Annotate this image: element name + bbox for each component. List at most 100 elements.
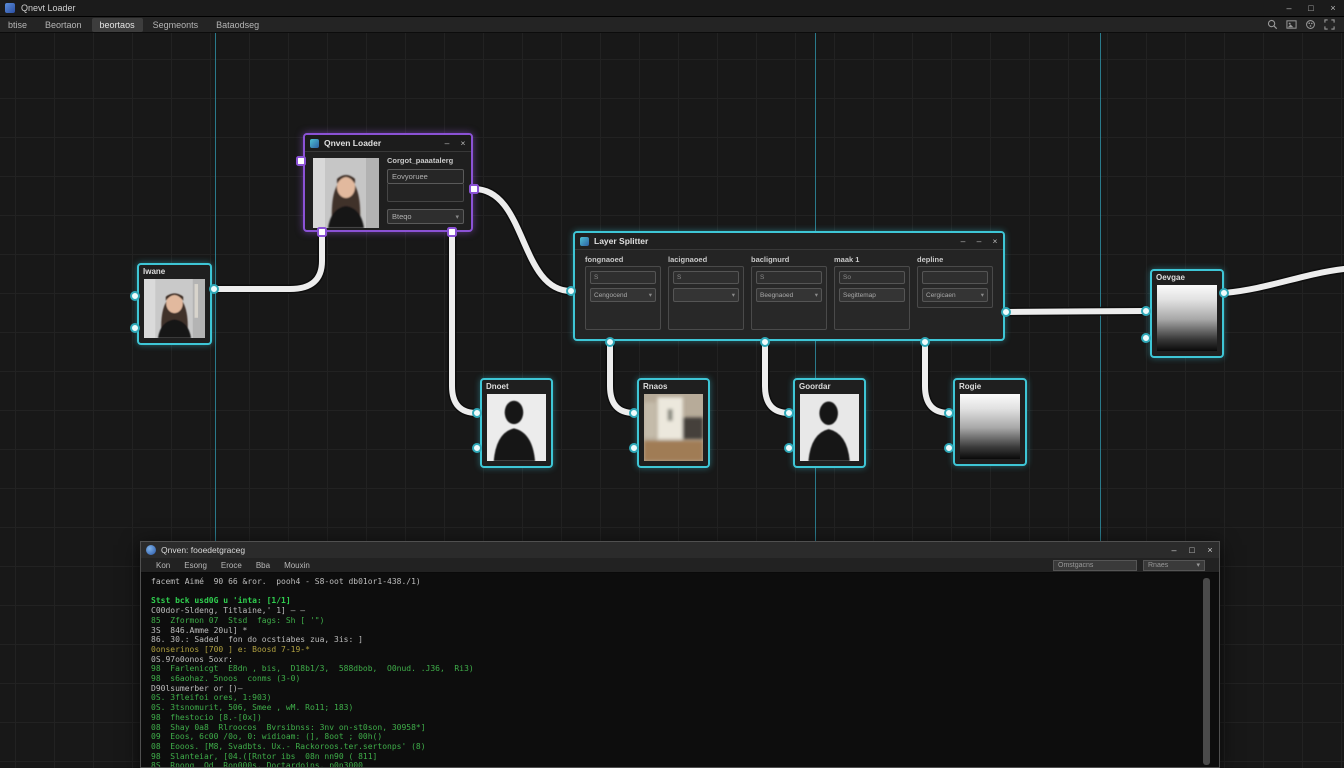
console-line: 98 s6aohaz. 5noos conms (3-0) [151,674,1199,684]
console-icon [146,545,156,555]
node-dnoet[interactable]: Dnoet [480,378,553,468]
node-titlebar[interactable]: Qnven Loader – × [305,135,471,152]
maximize-button[interactable]: □ [1300,0,1322,17]
console-menu-item[interactable]: Eroce [214,561,249,570]
dropdown-value: Cergicaen [926,292,956,299]
node-oevgae[interactable]: Oevgae [1150,269,1224,358]
param-dropdown[interactable]: Bteqo ▾ [387,209,464,224]
paint-icon[interactable] [1304,18,1317,31]
console-line: 86. 30.: Saded fon do ocstiabes zua, 3is… [151,635,1199,645]
console-line: 08 Eooos. [M8, Svadbts. Ux.- Rackoroos.t… [151,742,1199,752]
node-title: Oevgae [1152,271,1222,283]
console-dropdown[interactable]: Rnaes ▾ [1143,560,1205,571]
node-title: Layer Splitter [594,236,648,246]
column-field[interactable]: S [590,271,656,284]
node-iwane[interactable]: Iwane [137,263,212,345]
expand-icon[interactable] [1323,18,1336,31]
splitter-column: baclignurd S Beegnaoed ▾ [751,255,827,333]
console-line: D90lsumerber or [)– [151,684,1199,694]
image-icon[interactable] [1285,18,1298,31]
console-window[interactable]: Qnven: fooedetgraceg – □ × Kon Esong Ero… [140,541,1220,768]
close-button[interactable]: × [1322,0,1344,17]
console-menu-item[interactable]: Mouxin [277,561,317,570]
window-titlebar: Qnevt Loader – □ × [0,0,1344,17]
node-goordar[interactable]: Goordar [793,378,866,468]
mask-image [487,394,546,461]
node-titlebar[interactable]: Layer Splitter – – × [575,233,1003,250]
node-close-button[interactable]: × [987,233,1003,250]
column-dropdown[interactable]: Segittemap [839,288,905,302]
param-input[interactable]: Eovyoruee [387,169,464,184]
column-dropdown[interactable]: Cergicaen ▾ [922,288,988,302]
param-empty-field[interactable] [387,184,464,202]
column-box: S ▾ [668,266,744,330]
column-box: S Cengocend ▾ [585,266,661,330]
chevron-down-icon: ▾ [649,291,652,299]
node-qnven-loader[interactable]: Qnven Loader – × Corgot_paaatalerg Eovyo… [303,133,473,232]
console-line: 85 Zformon 07 Stsd fags: Sh [ '") [151,616,1199,626]
console-menu-item[interactable]: Bba [249,561,277,570]
column-dropdown[interactable]: ▾ [673,288,739,302]
column-dropdown[interactable]: Beegnaoed ▾ [756,288,822,302]
console-close-button[interactable]: × [1201,542,1219,558]
splitter-column: fongnaoed S Cengocend ▾ [585,255,661,333]
console-menu-items: Kon Esong Eroce Bba Mouxin [149,561,317,570]
node-minimize-button[interactable]: – [955,233,971,250]
splitter-column: depline Cergicaen ▾ [917,255,993,333]
menu-item[interactable]: Bataodseg [208,18,267,32]
menu-items: btise Beortaon beortaos Segmeonts Bataod… [0,18,269,32]
menu-item[interactable]: Segmeonts [145,18,207,32]
background-image [644,394,703,461]
minimize-button[interactable]: – [1278,0,1300,17]
console-menu-item[interactable]: Kon [149,561,177,570]
node-title: Goordar [795,380,864,392]
chevron-down-icon: ▾ [981,291,984,299]
node-close-button[interactable]: × [455,135,471,152]
console-line: 0S. 3fleifoi ores, 1:903) [151,693,1199,703]
menu-item[interactable]: beortaos [92,18,143,32]
column-box: Cergicaen ▾ [917,266,993,308]
column-field[interactable] [922,271,988,284]
console-scrollbar[interactable] [1203,578,1210,765]
param-label: Corgot_paaatalerg [387,156,464,165]
window-title: Qnevt Loader [21,3,76,13]
dropdown-value: Beegnaoed [760,292,793,299]
console-line: C00dor-Sldeng, Titlaine,' 1] – – [151,606,1199,616]
column-label: lacignaoed [668,255,744,266]
column-field[interactable]: S [756,271,822,284]
splitter-columns: fongnaoed S Cengocend ▾ lacignaoed S ▾ [585,255,993,333]
node-rogie[interactable]: Rogie [953,378,1027,466]
column-dropdown[interactable]: Cengocend ▾ [590,288,656,302]
menu-item[interactable]: Beortaon [37,18,90,32]
column-field[interactable]: S [673,271,739,284]
console-minimize-button[interactable]: – [1165,542,1183,558]
node-layer-splitter[interactable]: Layer Splitter – – × fongnaoed S Cengoce… [573,231,1005,341]
node-icon [310,139,319,148]
column-label: fongnaoed [585,255,661,266]
console-titlebar[interactable]: Qnven: fooedetgraceg – □ × [141,542,1219,558]
column-field[interactable]: So [839,271,905,284]
node-restore-button[interactable]: – [971,233,987,250]
console-line: 08 Shay 0a8 Rlroocos Bvrsibnss: 3nv on-s… [151,723,1199,733]
console-filter-input[interactable]: Omstgacns [1053,560,1137,571]
console-menubar: Kon Esong Eroce Bba Mouxin Omstgacns Rna… [141,558,1219,573]
console-line: 09 Eoos, 6c00 /0o, 0: widioam: (], 8oot … [151,732,1199,742]
menu-item[interactable]: btise [0,18,35,32]
chevron-down-icon: ▾ [1196,561,1200,569]
dropdown-value: Cengocend [594,292,627,299]
search-icon[interactable] [1266,18,1279,31]
node-title: Qnven Loader [324,138,381,148]
column-label: maak 1 [834,255,910,266]
console-maximize-button[interactable]: □ [1183,542,1201,558]
console-line: Stst bck usd0G u 'inta: [1/1] [151,596,1199,606]
console-line: facemt Aimé 90 66 &ror. pooh4 - S8-oot d… [151,577,1199,587]
console-menu-item[interactable]: Esong [177,561,214,570]
node-rnaos[interactable]: Rnaos [637,378,710,468]
column-box: So Segittemap [834,266,910,330]
node-minimize-button[interactable]: – [439,135,455,152]
portrait-image [144,279,205,338]
console-output[interactable]: facemt Aimé 90 66 &ror. pooh4 - S8-oot d… [141,574,1219,767]
splitter-column: lacignaoed S ▾ [668,255,744,333]
depth-gradient-image [960,394,1020,459]
chevron-down-icon: ▾ [815,291,818,299]
